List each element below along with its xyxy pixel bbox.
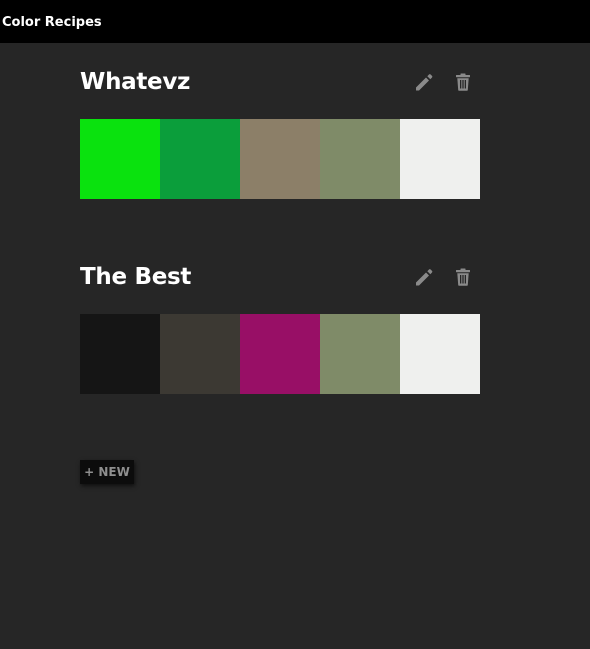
recipe-card: The Best — [80, 261, 480, 394]
edit-recipe-button[interactable] — [413, 71, 435, 93]
recipe-name: Whatevz — [80, 69, 191, 95]
pencil-icon — [416, 269, 433, 286]
color-swatch[interactable] — [240, 119, 320, 199]
pencil-icon — [416, 74, 433, 91]
swatch-row — [80, 119, 480, 199]
delete-recipe-button[interactable] — [452, 71, 474, 93]
color-swatch[interactable] — [400, 314, 480, 394]
new-recipe-button[interactable]: + NEW — [80, 460, 134, 484]
color-swatch[interactable] — [80, 119, 160, 199]
recipe-header: The Best — [80, 261, 480, 314]
color-swatch[interactable] — [160, 314, 240, 394]
trash-icon — [456, 73, 470, 91]
recipe-header: Whatevz — [80, 66, 480, 119]
trash-icon — [456, 268, 470, 286]
recipe-name: The Best — [80, 264, 192, 290]
color-swatch[interactable] — [80, 314, 160, 394]
color-swatch[interactable] — [240, 314, 320, 394]
edit-recipe-button[interactable] — [413, 266, 435, 288]
color-swatch[interactable] — [400, 119, 480, 199]
top-bar: Color Recipes — [0, 0, 590, 43]
recipe-card: Whatevz — [80, 66, 480, 199]
app-title: Color Recipes — [2, 15, 102, 30]
swatch-row — [80, 314, 480, 394]
color-swatch[interactable] — [320, 314, 400, 394]
color-swatch[interactable] — [160, 119, 240, 199]
delete-recipe-button[interactable] — [452, 266, 474, 288]
color-swatch[interactable] — [320, 119, 400, 199]
